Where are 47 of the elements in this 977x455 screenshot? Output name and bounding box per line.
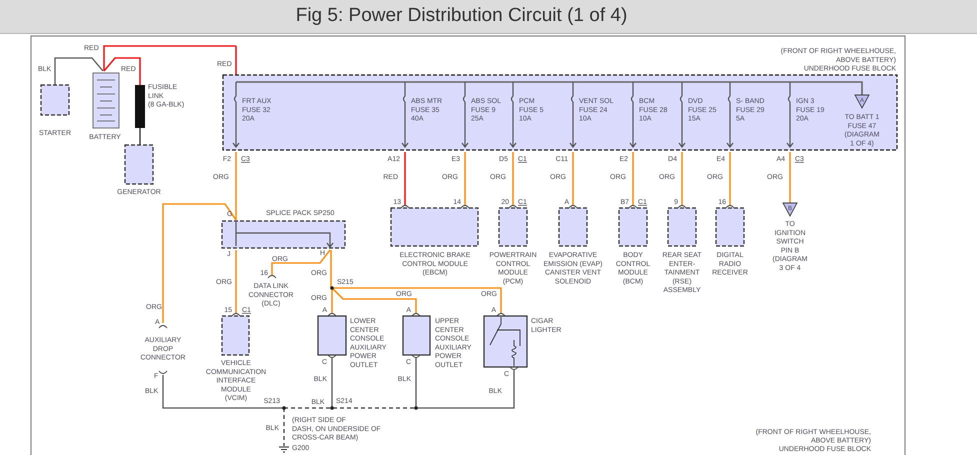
lighter-symbol [490, 316, 520, 366]
figure-title: Fig 5: Power Distribution Circuit (1 of 4) [296, 4, 628, 28]
connector-symbol [496, 313, 506, 316]
fuse-symbol [629, 81, 637, 148]
component-box [221, 315, 250, 356]
fuse-symbol [726, 81, 734, 148]
splice-dot [282, 406, 286, 410]
component-box [124, 144, 154, 185]
component-box [40, 84, 70, 116]
connector-symbol [628, 205, 638, 208]
splice-dot [330, 406, 334, 410]
splice-dot [414, 406, 418, 410]
connector-symbol [412, 313, 420, 316]
component-box [618, 207, 648, 247]
component-box [402, 315, 431, 356]
connector-symbol [726, 205, 734, 208]
fuse-symbol [401, 81, 409, 148]
wire [139, 128, 141, 145]
battery-symbol [92, 72, 120, 128]
fusible-link [135, 85, 145, 128]
fuse-symbol [678, 81, 686, 148]
connector-symbol [158, 370, 168, 374]
component-box [498, 207, 528, 247]
connector-symbol [400, 205, 410, 208]
connector-symbol [568, 205, 578, 208]
fuse-symbol [509, 81, 517, 148]
connector-symbol [232, 313, 240, 316]
fuse-symbol [786, 81, 794, 148]
component-box [317, 315, 347, 356]
connector-symbol [268, 275, 276, 278]
component-box [667, 207, 697, 247]
connector-symbol [678, 205, 686, 208]
connector-symbol [328, 313, 336, 316]
connector-symbol [328, 354, 336, 358]
connector-symbol [460, 205, 470, 208]
component-box [715, 207, 745, 247]
fuse-symbol [232, 81, 240, 148]
connector-symbol [510, 366, 518, 370]
connector-symbol [158, 325, 168, 328]
splice-dot [330, 286, 334, 290]
fuse-symbol [569, 81, 577, 148]
connector-symbol [412, 354, 420, 358]
ground-symbol [278, 446, 290, 452]
fuse-symbol [461, 81, 469, 148]
component-box [558, 207, 588, 247]
connector-symbol [508, 205, 518, 208]
component-box [483, 315, 528, 368]
